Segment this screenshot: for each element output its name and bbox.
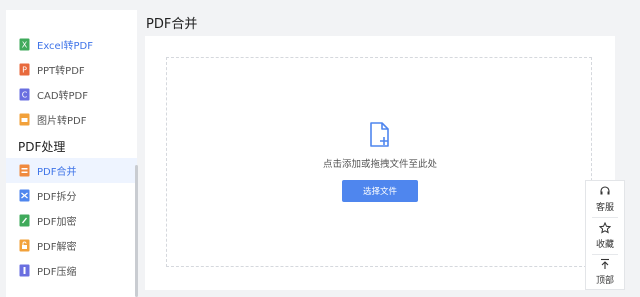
merge-icon <box>18 164 31 177</box>
svg-text:P: P <box>22 66 27 75</box>
svg-text:X: X <box>22 41 28 50</box>
sidebar-item-cad-to-pdf[interactable]: C CAD转PDF <box>6 82 137 107</box>
image-icon <box>18 113 31 126</box>
sidebar: X Excel转PDF P PPT转PDF C CAD转PDF 图片转PDF P… <box>6 10 138 297</box>
sidebar-item-label: PDF压缩 <box>37 267 77 278</box>
sidebar-item-image-to-pdf[interactable]: 图片转PDF <box>6 107 137 132</box>
ppt-icon: P <box>18 63 31 76</box>
svg-text:C: C <box>22 91 28 100</box>
back-to-top-button[interactable]: 顶部 <box>586 254 624 290</box>
compress-icon <box>18 264 31 277</box>
floating-toolbar: 客服 收藏 顶部 <box>585 180 625 290</box>
sidebar-item-excel-to-pdf[interactable]: X Excel转PDF <box>6 32 137 57</box>
sidebar-item-pdf-encrypt[interactable]: PDF加密 <box>6 208 137 233</box>
sidebar-scrollbar[interactable] <box>135 165 138 297</box>
upload-panel: 点击添加或拖拽文件至此处 选择文件 <box>145 36 615 290</box>
cad-icon: C <box>18 88 31 101</box>
sidebar-item-label: PDF加密 <box>37 217 77 228</box>
section-title-pdf-processing: PDF处理 <box>18 140 66 154</box>
file-add-icon <box>368 121 392 153</box>
sidebar-item-pdf-decrypt[interactable]: PDF解密 <box>6 233 137 258</box>
sidebar-item-label: 图片转PDF <box>37 116 87 127</box>
sidebar-item-ppt-to-pdf[interactable]: P PPT转PDF <box>6 57 137 82</box>
sidebar-item-pdf-merge[interactable]: PDF合并 <box>6 158 137 183</box>
sidebar-item-label: PDF拆分 <box>37 192 77 203</box>
sidebar-item-label: PDF合并 <box>37 167 77 178</box>
customer-service-button[interactable]: 客服 <box>586 181 624 217</box>
excel-icon: X <box>18 38 31 51</box>
arrow-up-icon <box>599 258 611 273</box>
sidebar-item-label: PDF解密 <box>37 242 77 253</box>
encrypt-icon <box>18 214 31 227</box>
sidebar-item-label: Excel转PDF <box>37 41 93 52</box>
sidebar-item-pdf-compress[interactable]: PDF压缩 <box>6 258 137 283</box>
sidebar-item-pdf-split[interactable]: PDF拆分 <box>6 183 137 208</box>
sidebar-item-label: CAD转PDF <box>37 91 89 102</box>
headset-icon <box>599 185 611 200</box>
decrypt-icon <box>18 239 31 252</box>
customer-service-label: 客服 <box>595 203 614 213</box>
favorite-button[interactable]: 收藏 <box>586 218 624 254</box>
dropzone-hint: 点击添加或拖拽文件至此处 <box>322 159 437 170</box>
select-file-button[interactable]: 选择文件 <box>342 180 418 202</box>
page-title: PDF合并 <box>146 17 198 32</box>
favorite-label: 收藏 <box>595 240 614 250</box>
back-to-top-label: 顶部 <box>595 276 614 286</box>
split-icon <box>18 189 31 202</box>
star-icon <box>598 221 612 237</box>
sidebar-item-label: PPT转PDF <box>37 66 85 77</box>
